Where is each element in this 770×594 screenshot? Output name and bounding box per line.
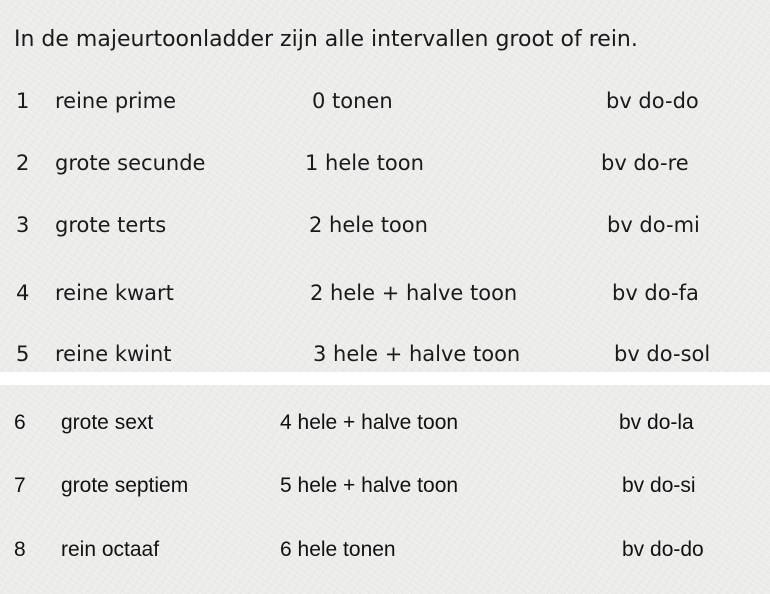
interval-row: 2 grote secunde 1 hele toon bv do-re xyxy=(0,148,770,178)
interval-name: grote secunde xyxy=(55,151,206,175)
interval-example: bv do-do xyxy=(606,89,699,113)
interval-row: 6 grote sext 4 hele + halve toon bv do-l… xyxy=(0,408,770,438)
interval-example: bv do-si xyxy=(622,474,696,497)
interval-example: bv do-re xyxy=(601,151,689,175)
interval-steps: 0 tonen xyxy=(312,89,393,113)
interval-name: grote sext xyxy=(61,411,154,434)
interval-row: 8 rein octaaf 6 hele tonen bv do-do xyxy=(0,535,770,565)
interval-steps: 2 hele + halve toon xyxy=(310,281,518,305)
interval-name: reine kwint xyxy=(55,342,172,366)
interval-row: 7 grote septiem 5 hele + halve toon bv d… xyxy=(0,471,770,501)
row-number: 5 xyxy=(16,342,30,366)
row-number: 8 xyxy=(14,538,26,561)
interval-example: bv do-do xyxy=(622,538,704,561)
row-number: 3 xyxy=(16,213,30,237)
interval-steps: 6 hele tonen xyxy=(280,538,396,561)
interval-name: rein octaaf xyxy=(61,538,160,561)
interval-example: bv do-la xyxy=(619,411,694,434)
interval-example: bv do-fa xyxy=(612,281,699,305)
interval-example: bv do-sol xyxy=(614,342,711,366)
row-number: 7 xyxy=(14,474,26,497)
interval-steps: 3 hele + halve toon xyxy=(313,342,521,366)
row-number: 4 xyxy=(16,281,30,305)
interval-example: bv do-mi xyxy=(607,213,700,237)
row-number: 2 xyxy=(16,151,30,175)
row-number: 1 xyxy=(16,89,30,113)
interval-steps: 5 hele + halve toon xyxy=(280,474,459,497)
interval-name: reine kwart xyxy=(55,281,174,305)
interval-row: 3 grote terts 2 hele toon bv do-mi xyxy=(0,210,770,240)
interval-steps: 1 hele toon xyxy=(305,151,424,175)
interval-row: 4 reine kwart 2 hele + halve toon bv do-… xyxy=(0,278,770,308)
interval-steps: 4 hele + halve toon xyxy=(280,411,459,434)
interval-name: reine prime xyxy=(55,89,177,113)
interval-panel-top: In de majeurtoonladder zijn alle interva… xyxy=(0,0,770,372)
interval-panel-bottom: 6 grote sext 4 hele + halve toon bv do-l… xyxy=(0,385,770,594)
interval-name: grote septiem xyxy=(61,474,189,497)
page-heading: In de majeurtoonladder zijn alle interva… xyxy=(14,27,638,52)
interval-row: 5 reine kwint 3 hele + halve toon bv do-… xyxy=(0,339,770,369)
row-number: 6 xyxy=(14,411,26,434)
interval-steps: 2 hele toon xyxy=(309,213,428,237)
interval-name: grote terts xyxy=(55,213,167,237)
interval-row: 1 reine prime 0 tonen bv do-do xyxy=(0,86,770,116)
